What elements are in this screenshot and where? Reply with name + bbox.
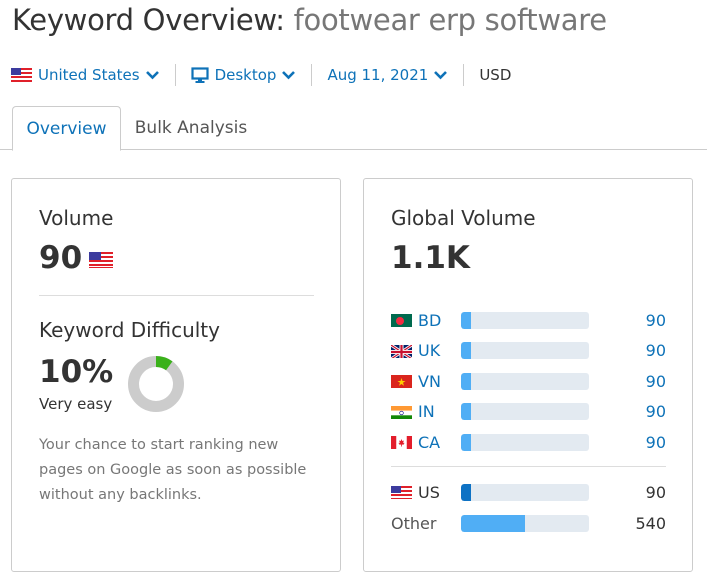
keyword-text: footwear erp software: [293, 3, 607, 37]
chevron-down-icon: [434, 71, 448, 80]
section-divider: [391, 466, 666, 467]
country-volume-link[interactable]: 90: [646, 341, 666, 360]
volume-bar-track: [461, 342, 589, 359]
page-title-prefix: Keyword Overview:: [12, 3, 285, 37]
page-title: Keyword Overview: footwear erp software: [12, 3, 607, 37]
volume-bar-fill: [461, 483, 472, 501]
volume-bar-track: [461, 433, 589, 451]
us-flag-icon: [391, 485, 412, 499]
country-row-ca: CA 90: [391, 432, 666, 452]
country-row-uk: UK 90: [391, 341, 666, 361]
volume-bar-fill: [461, 433, 472, 451]
filter-divider: [463, 64, 465, 86]
vietnam-flag-icon: [391, 374, 412, 388]
donut-track: [128, 356, 184, 412]
volume-bar-track: [461, 514, 589, 532]
global-volume-card: Global Volume 1.1K BD 90 UK 90 VN 90 IN 90 CA 90 …: [363, 178, 693, 572]
country-label: United States: [38, 66, 140, 84]
other-label: Other: [391, 513, 437, 533]
bangladesh-flag-icon: [391, 313, 412, 327]
volume-bar-track: [461, 403, 589, 420]
section-divider: [39, 295, 314, 296]
difficulty-donut-chart: [128, 356, 184, 412]
keyword-difficulty-label: Keyword Difficulty: [39, 318, 220, 342]
device-dropdown[interactable]: Desktop: [190, 66, 297, 84]
volume-bar-track: [461, 483, 589, 501]
country-volume: 540: [635, 513, 666, 533]
volume-bar-track: [461, 311, 589, 329]
tab-overview[interactable]: Overview: [12, 106, 121, 151]
country-volume-link[interactable]: 90: [646, 311, 666, 330]
volume-bar-track: [461, 372, 589, 390]
country-volume: 90: [645, 482, 666, 502]
volume-bar-fill: [461, 342, 472, 359]
donut-fill: [155, 356, 173, 371]
chevron-down-icon: [282, 71, 296, 80]
date-label: Aug 11, 2021: [327, 66, 429, 84]
uk-flag-icon: [391, 343, 412, 358]
device-label: Desktop: [214, 66, 277, 84]
volume-value: 90: [39, 240, 83, 276]
country-row-other: Other 540: [391, 513, 666, 533]
volume-bar-fill: [461, 403, 472, 420]
keyword-difficulty-value: 10%: [39, 354, 114, 390]
canada-flag-icon: [391, 435, 412, 449]
country-row-bd: BD 90: [391, 310, 666, 330]
currency-label: USD: [479, 66, 512, 84]
global-volume-label: Global Volume: [391, 206, 536, 230]
india-flag-icon: [391, 405, 412, 419]
country-row-in: IN 90: [391, 402, 666, 422]
keyword-difficulty-rating: Very easy: [39, 395, 113, 413]
us-flag-icon: [11, 68, 32, 82]
filter-divider: [174, 64, 176, 86]
volume-bar-fill: [461, 311, 472, 329]
filter-bar: United States Desktop Aug 11, 2021 USD: [11, 64, 511, 86]
volume-card: Volume 90 Keyword Difficulty 10% Very ea…: [11, 178, 341, 572]
volume-label: Volume: [39, 206, 114, 230]
tab-bulk-analysis[interactable]: Bulk Analysis: [121, 106, 261, 150]
desktop-icon: [190, 67, 209, 83]
keyword-difficulty-description: Your chance to start ranking new pages o…: [39, 437, 307, 503]
global-volume-value: 1.1K: [391, 240, 470, 276]
country-volume-link[interactable]: 90: [646, 433, 666, 452]
chevron-down-icon: [145, 71, 159, 80]
us-flag-icon: [89, 252, 113, 268]
country-volume-link[interactable]: 90: [646, 402, 666, 421]
volume-bar-fill: [461, 372, 472, 390]
date-dropdown[interactable]: Aug 11, 2021: [327, 66, 448, 84]
country-row-us: US 90: [391, 482, 666, 502]
volume-bar-fill: [461, 514, 525, 532]
country-dropdown[interactable]: United States: [11, 66, 160, 84]
tab-bar: Overview Bulk Analysis: [0, 106, 707, 151]
country-volume-link[interactable]: 90: [646, 372, 666, 391]
filter-divider: [311, 64, 313, 86]
country-row-vn: VN 90: [391, 371, 666, 391]
